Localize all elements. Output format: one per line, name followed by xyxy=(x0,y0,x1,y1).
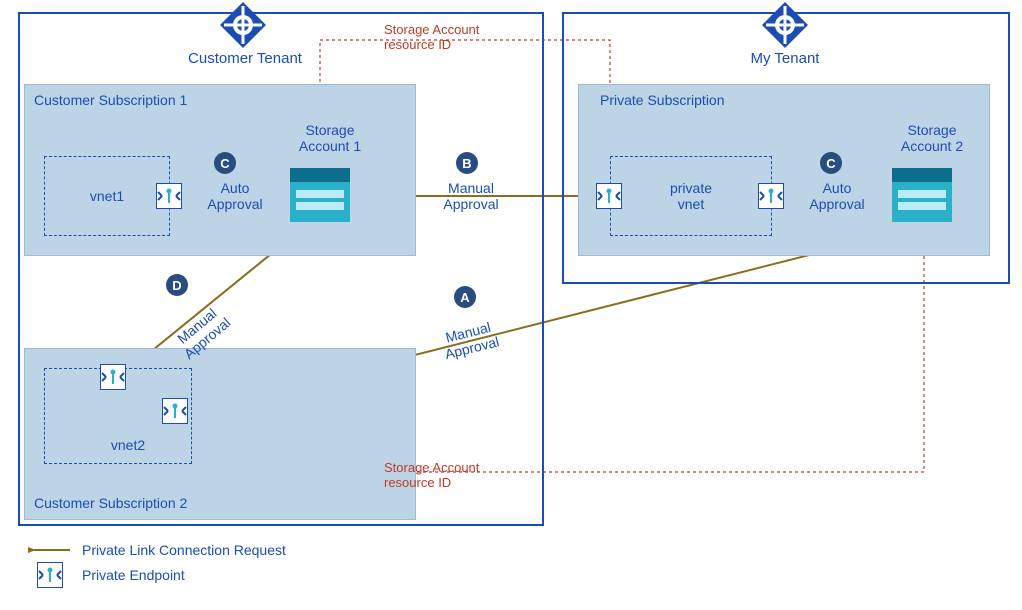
customer-sub2-label: Customer Subscription 2 xyxy=(34,495,187,511)
approval-C2: Auto Approval xyxy=(802,180,872,212)
private-vnet-box: private vnet xyxy=(610,156,772,236)
vnet1-box: vnet1 xyxy=(44,156,170,236)
private-endpoint-icon xyxy=(100,364,126,390)
storage-icon xyxy=(290,168,350,222)
legend-endpoint-label: Private Endpoint xyxy=(82,567,185,583)
my-tenant-label: My Tenant xyxy=(740,50,830,67)
legend-request-label: Private Link Connection Request xyxy=(82,542,286,558)
badge-B: B xyxy=(456,152,478,174)
badge-C1: C xyxy=(214,152,236,174)
storage1-label: Storage Account 1 xyxy=(290,122,370,154)
private-endpoint-icon xyxy=(758,183,784,209)
resource-id-label-top: Storage Account resource ID xyxy=(384,22,479,52)
storage2-label: Storage Account 2 xyxy=(892,122,972,154)
storage-icon xyxy=(892,168,952,222)
legend-endpoint: Private Endpoint xyxy=(28,562,286,588)
legend-request: Private Link Connection Request xyxy=(28,542,286,558)
vnet1-label: vnet1 xyxy=(90,188,124,204)
diagram-canvas: Customer Tenant My Tenant Customer Subsc… xyxy=(0,0,1022,610)
badge-D: D xyxy=(166,274,188,296)
customer-sub1-label: Customer Subscription 1 xyxy=(34,92,187,108)
approval-C1: Auto Approval xyxy=(200,180,270,212)
customer-tenant-label: Customer Tenant xyxy=(180,50,310,67)
badge-C2: C xyxy=(820,152,842,174)
private-vnet-label: private vnet xyxy=(670,180,712,212)
badge-A: A xyxy=(454,286,476,308)
vnet2-label: vnet2 xyxy=(111,437,145,453)
private-endpoint-icon xyxy=(156,183,182,209)
private-sub-label: Private Subscription xyxy=(600,92,725,108)
azure-ad-icon xyxy=(218,0,268,50)
legend: Private Link Connection Request Private … xyxy=(28,538,286,592)
private-endpoint-icon xyxy=(596,183,622,209)
resource-id-label-bottom: Storage Account resource ID xyxy=(384,460,479,490)
approval-B: Manual Approval xyxy=(436,180,506,212)
azure-ad-icon xyxy=(760,0,810,50)
private-endpoint-icon xyxy=(162,398,188,424)
